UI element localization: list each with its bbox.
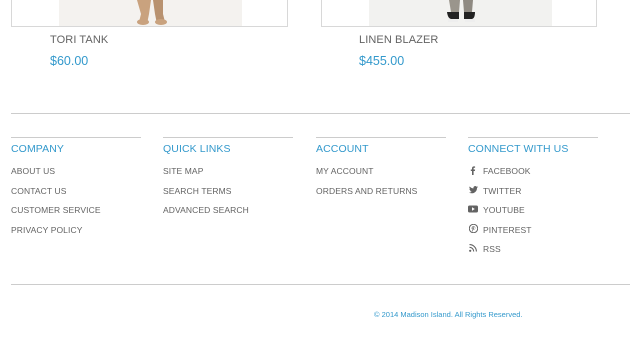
contact-us-link[interactable]: CONTACT US <box>11 186 66 196</box>
search-terms-link[interactable]: SEARCH TERMS <box>163 186 232 196</box>
column-rule <box>468 137 598 138</box>
pinterest-link[interactable]: PINTEREST <box>483 225 532 235</box>
youtube-link[interactable]: YOUTUBE <box>483 205 525 215</box>
my-account-link[interactable]: MY ACCOUNT <box>316 166 374 176</box>
rss-icon <box>468 243 478 253</box>
about-us-link[interactable]: ABOUT US <box>11 166 55 176</box>
footer-column-quick-links: QUICK LINKS SITE MAP SEARCH TERMS ADVANC… <box>163 137 293 225</box>
footer-column-company: COMPANY ABOUT US CONTACT US CUSTOMER SER… <box>11 137 141 244</box>
footer-link-rss[interactable]: RSS <box>468 244 598 264</box>
footer-link-facebook[interactable]: FACEBOOK <box>468 165 598 186</box>
social-links: FACEBOOK TWITTER YOUTUBE PINTEREST RSS <box>468 165 598 264</box>
product-name-tori-tank[interactable]: TORI TANK <box>50 34 250 46</box>
column-title-connect: CONNECT WITH US <box>468 143 569 155</box>
product-image-linen-blazer[interactable] <box>369 0 552 26</box>
footer-link-contact-us[interactable]: CONTACT US <box>11 186 141 206</box>
footer-link-youtube[interactable]: YOUTUBE <box>468 205 598 225</box>
footer-link-advanced-search[interactable]: ADVANCED SEARCH <box>163 205 293 225</box>
product-photo-tori-tank <box>59 0 242 26</box>
column-title-company: COMPANY <box>11 143 65 155</box>
footer-bottom-divider <box>11 284 630 285</box>
footer-link-my-account[interactable]: MY ACCOUNT <box>316 166 446 186</box>
copyright-notice: © 2014 Madison Island. All Rights Reserv… <box>374 310 523 319</box>
footer-link-about-us[interactable]: ABOUT US <box>11 166 141 186</box>
footer-column-connect: CONNECT WITH US FACEBOOK TWITTER YOUTUBE… <box>468 137 598 264</box>
advanced-search-link[interactable]: ADVANCED SEARCH <box>163 205 249 215</box>
facebook-link[interactable]: FACEBOOK <box>483 166 531 176</box>
account-links: MY ACCOUNT ORDERS AND RETURNS <box>316 166 446 205</box>
quick-links-list: SITE MAP SEARCH TERMS ADVANCED SEARCH <box>163 166 293 225</box>
product-photo-linen-blazer <box>369 0 552 26</box>
footer-link-twitter[interactable]: TWITTER <box>468 186 598 206</box>
pinterest-icon <box>468 224 478 234</box>
customer-service-link[interactable]: CUSTOMER SERVICE <box>11 205 101 215</box>
footer-link-site-map[interactable]: SITE MAP <box>163 166 293 186</box>
footer-link-privacy-policy[interactable]: PRIVACY POLICY <box>11 225 141 245</box>
facebook-icon <box>468 165 478 175</box>
product-image-tori-tank[interactable] <box>59 0 242 26</box>
twitter-icon <box>468 185 478 195</box>
column-rule <box>163 137 293 138</box>
product-image-frame-tori-tank[interactable] <box>11 0 288 27</box>
column-rule <box>11 137 141 138</box>
footer-link-customer-service[interactable]: CUSTOMER SERVICE <box>11 205 141 225</box>
rss-link[interactable]: RSS <box>483 244 501 254</box>
footer-link-orders-and-returns[interactable]: ORDERS AND RETURNS <box>316 186 446 206</box>
product-price-tori-tank: $60.00 <box>50 54 89 68</box>
product-price-linen-blazer: $455.00 <box>359 54 405 68</box>
youtube-icon <box>468 204 478 214</box>
twitter-link[interactable]: TWITTER <box>483 186 521 196</box>
product-image-frame-linen-blazer[interactable] <box>321 0 597 27</box>
orders-and-returns-link[interactable]: ORDERS AND RETURNS <box>316 186 417 196</box>
footer-column-account: ACCOUNT MY ACCOUNT ORDERS AND RETURNS <box>316 137 446 205</box>
footer-top-divider <box>11 113 630 114</box>
column-title-account: ACCOUNT <box>316 143 369 155</box>
footer-link-pinterest[interactable]: PINTEREST <box>468 224 598 245</box>
privacy-policy-link[interactable]: PRIVACY POLICY <box>11 225 82 235</box>
product-name-linen-blazer[interactable]: LINEN BLAZER <box>359 34 559 46</box>
column-rule <box>316 137 446 138</box>
footer-link-search-terms[interactable]: SEARCH TERMS <box>163 186 293 206</box>
column-title-quick-links: QUICK LINKS <box>163 143 231 155</box>
company-links: ABOUT US CONTACT US CUSTOMER SERVICE PRI… <box>11 166 141 244</box>
site-map-link[interactable]: SITE MAP <box>163 166 203 176</box>
